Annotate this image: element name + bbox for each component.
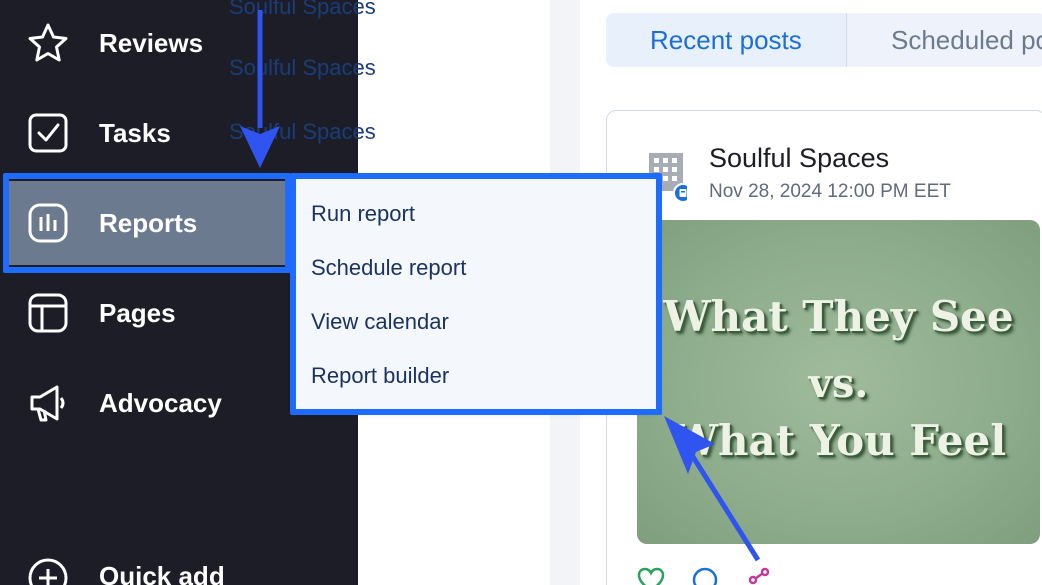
checkbox-icon [27,112,69,154]
tab-recent-posts[interactable]: Recent posts [606,13,846,67]
menu-item-run-report[interactable]: Run report [311,201,415,227]
sidebar-item-label: Tasks [99,117,171,148]
sidebar-item-label: Reports [99,207,198,238]
list-item[interactable]: Soulful Spaces [229,55,549,81]
image-text-line: What They See [663,292,1014,341]
menu-item-view-calendar[interactable]: View calendar [311,309,449,335]
post-author[interactable]: Soulful Spaces [709,143,889,174]
plus-circle-icon [27,557,69,585]
menu-item-schedule-report[interactable]: Schedule report [311,255,466,281]
quick-add-label: Quick add [99,561,225,585]
comment-icon[interactable] [691,567,719,585]
tab-scheduled-posts[interactable]: Scheduled posts [846,13,1042,67]
sidebar-item-label: Pages [99,297,176,328]
heart-icon[interactable] [637,567,665,585]
reports-submenu: Run report Schedule report View calendar… [296,179,656,409]
reports-icon [27,202,69,244]
image-text-line: What You Feel [670,416,1007,465]
list-item[interactable]: Soulful Spaces [229,0,549,20]
post-tabs: Recent posts Scheduled posts [606,13,1042,67]
list-item[interactable]: Soulful Spaces [229,119,549,145]
sidebar-item-reports[interactable]: Reports [8,181,287,265]
star-icon [27,22,69,64]
share-icon[interactable] [745,567,773,585]
post-timestamp: Nov 28, 2024 12:00 PM EET [709,181,951,202]
sidebar-item-label: Reviews [99,27,204,58]
post-image[interactable]: What They See vs. What You Feel [637,220,1040,544]
quick-add-button[interactable]: Quick add [0,545,358,585]
layout-icon [27,292,69,334]
post-actions [637,567,773,585]
post-card[interactable]: Soulful Spaces Nov 28, 2024 12:00 PM EET… [606,110,1042,585]
menu-item-report-builder[interactable]: Report builder [311,363,449,389]
sidebar-item-label: Advocacy [99,387,222,418]
megaphone-icon [27,382,69,424]
image-text-line: vs. [808,360,869,407]
